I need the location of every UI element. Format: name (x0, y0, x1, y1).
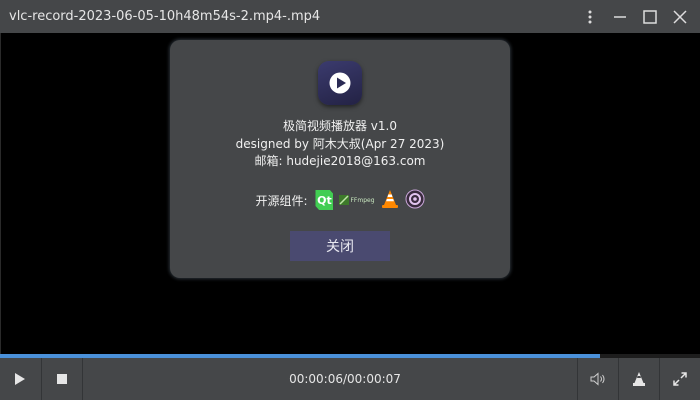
divider (82, 358, 83, 400)
cone-icon (633, 372, 645, 386)
close-window-button[interactable] (666, 3, 694, 31)
app-logo-icon (318, 61, 362, 105)
vlc-cone-icon (381, 189, 399, 212)
play-icon (15, 373, 25, 385)
kebab-menu-icon (588, 10, 592, 23)
window-title: vlc-record-2023-06-05-10h48m54s-2.mp4-.m… (9, 9, 321, 24)
maximize-button[interactable] (636, 3, 664, 31)
close-icon (673, 9, 687, 24)
ffmpeg-logo-icon: FFmpeg (339, 195, 375, 205)
fullscreen-icon (673, 372, 687, 386)
app-name-text: 极简视频播放器 v1.0 (282, 119, 397, 133)
qt-logo-icon: Qt (315, 190, 334, 210)
time-display: 00:00:06/00:00:07 (289, 372, 401, 386)
designer-text: designed by 阿木大叔(Apr 27 2023) (235, 137, 445, 151)
about-button[interactable] (619, 358, 659, 400)
minimize-icon (614, 15, 626, 18)
obs-logo-icon (405, 189, 425, 212)
email-text: 邮箱: hudejie2018@163.com (254, 154, 426, 168)
play-button[interactable] (0, 358, 40, 400)
stop-button[interactable] (42, 358, 82, 400)
maximize-icon (643, 9, 657, 24)
about-dialog: 极简视频播放器 v1.0 designed by 阿木大叔(Apr 27 202… (170, 40, 510, 278)
close-dialog-button[interactable]: 关闭 (290, 231, 390, 261)
title-bar: vlc-record-2023-06-05-10h48m54s-2.mp4-.m… (0, 0, 700, 33)
minimize-button[interactable] (606, 3, 634, 31)
more-options-button[interactable] (576, 3, 604, 31)
oss-label: 开源组件: (255, 193, 308, 208)
oss-components-row: 开源组件: Qt FFmpeg (170, 188, 510, 212)
ffmpeg-logo-text: FFmpeg (350, 196, 375, 204)
stop-icon (57, 374, 67, 384)
volume-icon (590, 372, 605, 386)
volume-button[interactable] (578, 358, 618, 400)
control-bar: 00:00:06/00:00:07 (0, 358, 700, 400)
fullscreen-button[interactable] (660, 358, 700, 400)
